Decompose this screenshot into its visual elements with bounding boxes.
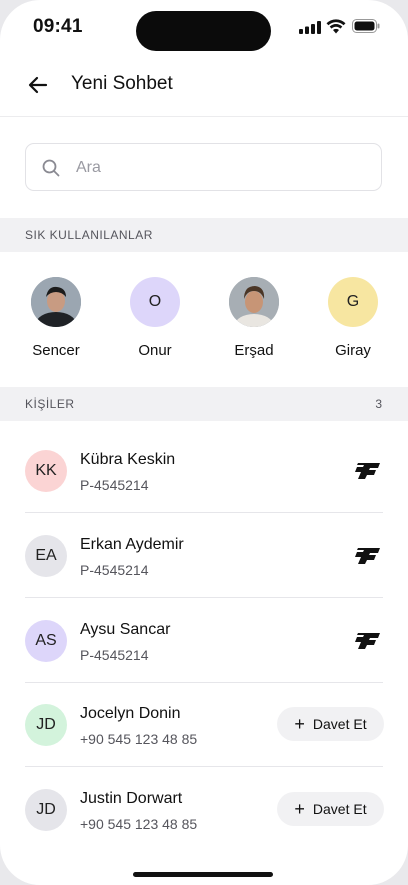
- contacts-count: 3: [375, 397, 382, 411]
- favorite-contact[interactable]: G Giray: [313, 277, 393, 359]
- search-icon: [42, 159, 60, 177]
- home-indicator[interactable]: [133, 872, 273, 877]
- wifi-icon: [326, 19, 346, 34]
- contact-row[interactable]: KK Kübra Keskin P-4545214: [0, 429, 408, 513]
- contact-name: Jocelyn Donin: [80, 705, 181, 722]
- contacts-section-header: KİŞİLER 3: [0, 387, 408, 421]
- contact-detail: +90 545 123 48 85: [80, 816, 198, 832]
- invite-label: Davet Et: [312, 716, 367, 732]
- contact-row[interactable]: JD Jocelyn Donin +90 545 123 48 85 + Dav…: [0, 683, 408, 767]
- contact-row[interactable]: JD Justin Dorwart +90 545 123 48 85 + Da…: [0, 768, 408, 852]
- avatar: JD: [25, 704, 67, 746]
- avatar: AS: [25, 620, 67, 662]
- person-photo-icon: [229, 277, 279, 327]
- avatar-initial: G: [346, 293, 360, 310]
- contact-name: Erkan Aydemir: [80, 536, 184, 553]
- favorite-contact[interactable]: Erşad: [214, 277, 294, 359]
- plus-icon: +: [294, 799, 305, 819]
- invite-button[interactable]: + Davet Et: [277, 707, 384, 741]
- avatar: JD: [25, 789, 67, 831]
- contact-name: Justin Dorwart: [80, 790, 183, 807]
- contact-name: Aysu Sancar: [80, 621, 171, 638]
- favorite-name: Onur: [138, 342, 172, 359]
- favorite-name: Giray: [335, 342, 371, 359]
- avatar: G: [328, 277, 378, 327]
- back-arrow-icon[interactable]: [26, 73, 50, 97]
- avatar: KK: [25, 450, 67, 492]
- status-time: 09:41: [33, 16, 83, 37]
- favorite-contact[interactable]: Sencer: [16, 277, 96, 359]
- favorite-contact[interactable]: O Onur: [115, 277, 195, 359]
- contact-row[interactable]: EA Erkan Aydemir P-4545214: [0, 514, 408, 598]
- favorites-section-header: SIK KULLANILANLAR: [0, 218, 408, 252]
- favorites-label: SIK KULLANILANLAR: [25, 228, 153, 242]
- contact-detail: P-4545214: [80, 477, 149, 493]
- search-input[interactable]: Ara: [25, 143, 382, 191]
- contact-detail: P-4545214: [80, 647, 149, 663]
- app-logo-icon: [355, 633, 380, 649]
- avatar: [31, 277, 81, 327]
- contact-detail: +90 545 123 48 85: [80, 731, 198, 747]
- avatar: O: [130, 277, 180, 327]
- contact-name: Kübra Keskin: [80, 451, 176, 468]
- app-logo-icon: [355, 548, 380, 564]
- favorite-name: Erşad: [234, 342, 274, 359]
- battery-icon: [352, 19, 380, 33]
- avatar: [229, 277, 279, 327]
- row-divider: [25, 766, 383, 767]
- invite-label: Davet Et: [312, 801, 367, 817]
- page-title: Yeni Sohbet: [71, 73, 173, 94]
- row-divider: [25, 512, 383, 513]
- plus-icon: +: [294, 714, 305, 734]
- contact-detail: P-4545214: [80, 562, 149, 578]
- status-bar: 09:41: [0, 0, 408, 56]
- invite-button[interactable]: + Davet Et: [277, 792, 384, 826]
- phone-screen: 09:41 Yeni Sohbet Ara SIK KULLANILANLAR …: [0, 0, 408, 885]
- favorite-name: Sencer: [32, 342, 80, 359]
- dynamic-island: [136, 11, 271, 51]
- avatar: EA: [25, 535, 67, 577]
- row-divider: [25, 597, 383, 598]
- app-logo-icon: [355, 463, 380, 479]
- person-photo-icon: [31, 277, 81, 327]
- contact-row[interactable]: AS Aysu Sancar P-4545214: [0, 599, 408, 683]
- cellular-signal-icon: [299, 21, 321, 34]
- top-bar: Yeni Sohbet: [0, 58, 408, 117]
- contacts-label: KİŞİLER: [25, 397, 75, 411]
- search-placeholder: Ara: [76, 159, 101, 176]
- avatar-initial: O: [148, 293, 162, 310]
